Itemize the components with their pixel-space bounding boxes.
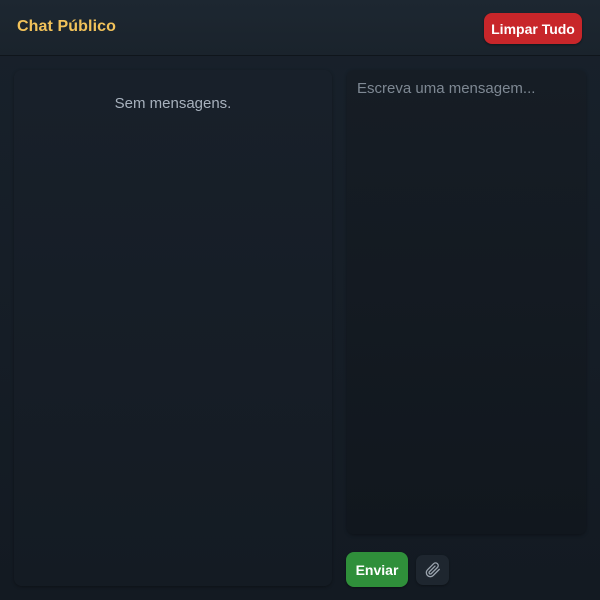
page-title: Chat Público (17, 18, 116, 35)
messages-panel: Sem mensagens. (14, 70, 332, 586)
send-button[interactable]: Enviar (346, 552, 408, 587)
compose-panel (347, 70, 586, 534)
message-input[interactable] (347, 70, 586, 534)
attach-button[interactable] (416, 555, 449, 585)
clear-all-button[interactable]: Limpar Tudo (484, 13, 582, 44)
empty-messages-text: Sem mensagens. (114, 95, 232, 112)
chat-app: Chat Público Limpar Tudo Sem mensagens. … (0, 0, 600, 600)
header: Chat Público Limpar Tudo (0, 0, 600, 56)
paperclip-icon (425, 562, 441, 578)
